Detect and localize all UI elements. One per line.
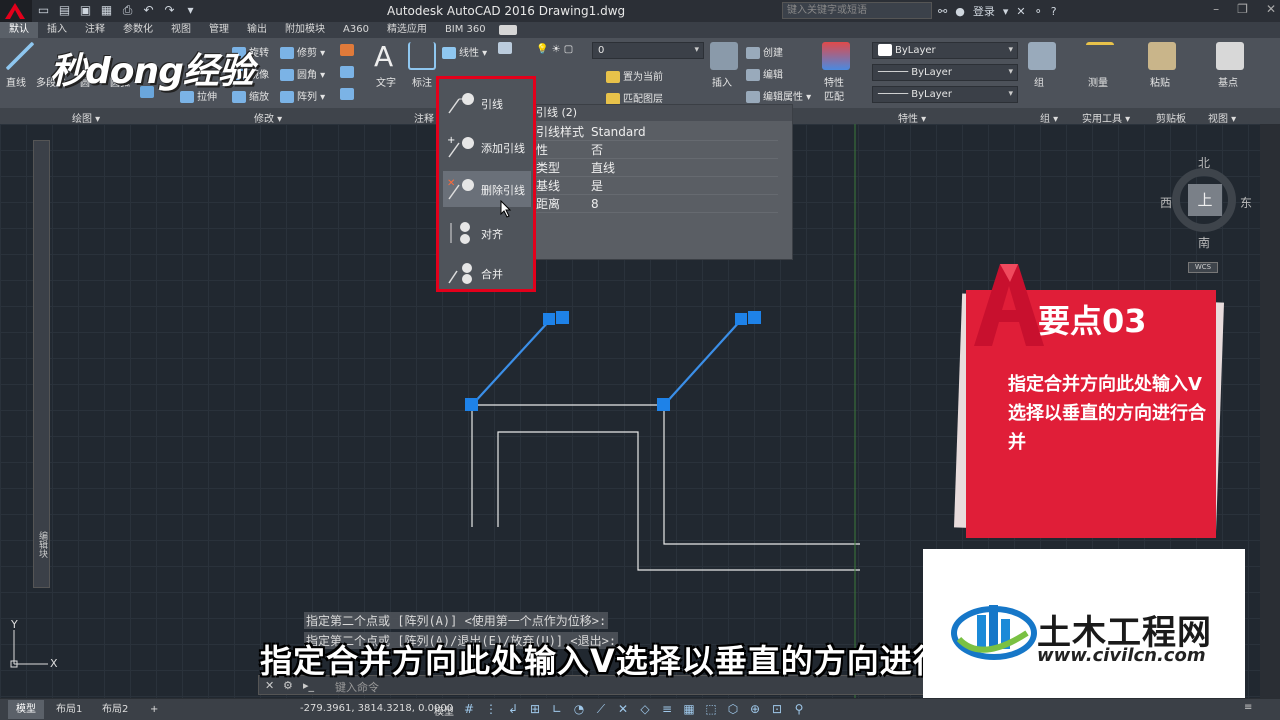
grip-2: [657, 398, 670, 411]
transparency-icon[interactable]: ▦: [682, 702, 696, 716]
menu-item-remove-leader[interactable]: ✕ 删除引线: [443, 171, 531, 207]
model-space-toggle[interactable]: 模型: [434, 703, 454, 718]
status-toggles: # ⋮ ↲ ⊞ ∟ ◔ ⟋ ✕ ◇ ≡ ▦ ⬚ ⬡ ⊕ ⊡ ⚲: [462, 702, 806, 716]
annotation-scale-icon[interactable]: ⚲: [792, 702, 806, 716]
properties-table: 引线样式 Standard 性否 类型 直线 基线是 距离 8: [534, 123, 778, 213]
prop-key: 基线: [534, 176, 589, 195]
snap-icon[interactable]: ⋮: [484, 702, 498, 716]
menu-item-label: 删除引线: [481, 184, 525, 197]
osnap-icon[interactable]: ◇: [638, 702, 652, 716]
svg-text:✕: ✕: [447, 178, 455, 189]
viewcube-top-face[interactable]: 上: [1188, 184, 1222, 216]
customize-status-icon[interactable]: ≡: [1244, 702, 1258, 716]
prop-key: 类型: [534, 158, 589, 177]
leader-icon: [448, 93, 474, 114]
autocad-window: ▭ ▤ ▣ ▦ ⎙ ↶ ↷ ▾ Autodesk AutoCAD 2016 Dr…: [0, 0, 1280, 720]
align-leader-icon: [450, 222, 470, 244]
tab-layout2[interactable]: 布局2: [94, 700, 136, 719]
svg-text:+: +: [447, 135, 455, 146]
compass-south[interactable]: 南: [1198, 234, 1210, 251]
prop-value[interactable]: 直线: [589, 158, 778, 177]
lineweight-icon[interactable]: ≡: [660, 702, 674, 716]
wcs-menu[interactable]: WCS: [1188, 262, 1218, 273]
svg-text:X: X: [50, 657, 58, 670]
quick-properties-panel: 引线 (2) 引线样式 Standard 性否 类型 直线 基线是 距离 8: [529, 104, 793, 260]
compass-east[interactable]: 东: [1240, 194, 1252, 211]
leader-lines: [471, 319, 742, 406]
svg-text:Y: Y: [10, 618, 18, 631]
osnap-tracking-icon[interactable]: ✕: [616, 702, 630, 716]
ortho-icon[interactable]: ∟: [550, 702, 564, 716]
grip-4: [556, 311, 569, 324]
autocad-a-logo-icon: [974, 264, 1044, 346]
compass-north[interactable]: 北: [1198, 154, 1210, 171]
mouse-cursor-icon: [500, 200, 512, 218]
viewcube[interactable]: 上 北 南 西 东 WCS: [1158, 150, 1254, 273]
video-subtitle: 指定合并方向此处输入V选择以垂直的方向进行合并: [260, 642, 1012, 680]
status-bar: 模型 布局1 布局2 + -279.3961, 3814.3218, 0.000…: [0, 698, 1280, 720]
tab-layout1[interactable]: 布局1: [48, 700, 90, 719]
watermark-url: www.civilcn.com: [1037, 645, 1206, 666]
tool-palette-strip[interactable]: 编辑块: [33, 140, 50, 588]
grip-3: [543, 313, 555, 325]
menu-item-align[interactable]: 对齐: [443, 215, 531, 251]
command-history-line: 指定第二个点或 [阵列(A)] <使用第一个点作为位移>:: [304, 612, 609, 629]
leader-line-1: [471, 319, 551, 406]
infer-icon[interactable]: ↲: [506, 702, 520, 716]
polar-icon[interactable]: ◔: [572, 702, 586, 716]
table-row[interactable]: 类型 直线: [534, 158, 778, 177]
prop-key: 引线样式: [534, 123, 589, 141]
properties-title[interactable]: 引线 (2): [530, 105, 792, 121]
drawing-lines: [471, 404, 860, 571]
table-row[interactable]: 性否: [534, 140, 778, 159]
annotation-monitor-icon[interactable]: ⊕: [748, 702, 762, 716]
grip-1: [465, 398, 478, 411]
menu-item-add-leader[interactable]: + 添加引线: [443, 129, 531, 165]
grip-6: [748, 311, 761, 324]
dynamic-input-icon[interactable]: ⊞: [528, 702, 542, 716]
menu-item-label: 添加引线: [481, 142, 525, 155]
prop-key: 距离: [534, 194, 589, 213]
ucs-icon: Y X: [10, 618, 58, 670]
selection-cycle-icon[interactable]: ⬚: [704, 702, 718, 716]
ucs-dynamic-icon[interactable]: ⊡: [770, 702, 784, 716]
grid-icon[interactable]: #: [462, 702, 476, 716]
tool-palette-label: 编辑块: [37, 531, 47, 558]
collect-leader-icon: [448, 263, 472, 284]
prop-value[interactable]: Standard: [589, 123, 778, 141]
outline-right: [663, 405, 860, 545]
prop-value[interactable]: 否: [589, 140, 778, 159]
coordinate-readout[interactable]: -279.3961, 3814.3218, 0.0000: [300, 703, 453, 714]
site-watermark: 土木工程网 www.civilcn.com: [923, 549, 1245, 707]
outline-rect-inner: [497, 431, 860, 571]
3d-osnap-icon[interactable]: ⬡: [726, 702, 740, 716]
menu-item-leader[interactable]: 引线: [443, 85, 531, 121]
add-layout-button[interactable]: +: [142, 700, 166, 719]
prop-key: 性: [534, 140, 589, 159]
grips: [465, 311, 761, 411]
add-leader-icon: +: [447, 135, 474, 158]
remove-leader-icon: ✕: [447, 178, 474, 200]
compass-west[interactable]: 西: [1160, 194, 1172, 211]
leader-flyout-menu: 引线 + 添加引线 ✕ 删除引线 对齐 合并: [436, 76, 536, 292]
civilcn-logo-icon: [951, 605, 1037, 660]
grip-5: [735, 313, 747, 325]
tab-model[interactable]: 模型: [8, 700, 44, 719]
table-row[interactable]: 距离 8: [534, 194, 778, 213]
menu-item-label: 引线: [481, 98, 503, 111]
table-row[interactable]: 基线是: [534, 176, 778, 195]
keypoint-text: 指定合并方向此处输入V选择以垂直的方向进行合并: [1008, 374, 1206, 453]
menu-item-collect[interactable]: 合并: [443, 255, 531, 291]
menu-item-label: 对齐: [481, 228, 503, 241]
table-row[interactable]: 引线样式 Standard: [534, 123, 778, 141]
keypoint-title: 要点03: [1038, 302, 1147, 340]
menu-item-label: 合并: [481, 268, 503, 281]
isodraft-icon[interactable]: ⟋: [594, 702, 608, 716]
leader-line-2: [663, 319, 742, 406]
prop-value[interactable]: 8: [589, 194, 778, 213]
prop-value[interactable]: 是: [589, 176, 778, 195]
